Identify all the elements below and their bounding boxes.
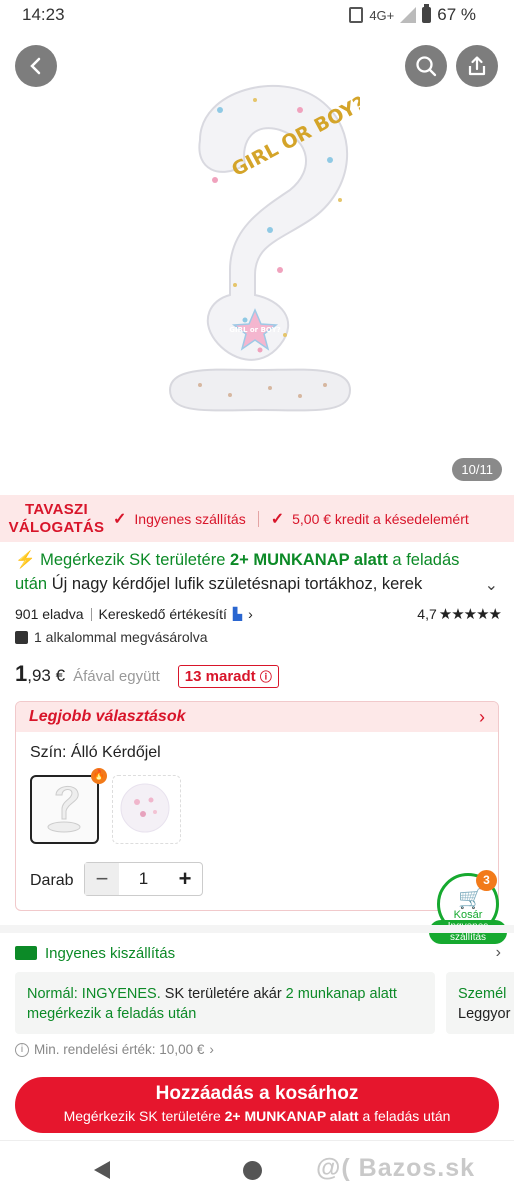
star-text: GIRL or BOY?	[229, 326, 281, 334]
system-nav-bar: @( Bazos.sk	[0, 1140, 514, 1200]
vat-label: Áfával együtt	[73, 668, 160, 685]
battery-icon	[422, 4, 432, 23]
stock-badge[interactable]: 13 maradt ⓘ	[177, 665, 279, 688]
promo-item-label: Ingyenes szállítás	[134, 510, 246, 527]
status-time: 14:23	[22, 5, 65, 24]
search-icon	[416, 56, 437, 77]
variant-swatch[interactable]	[112, 775, 181, 844]
add-to-cart-sub-1: Megérkezik SK területére	[63, 1108, 225, 1124]
seller-rating-link[interactable]: Kereskedő értékesítí	[99, 606, 227, 622]
price-row: 1 ,93 € Áfával együtt 13 maradt ⓘ	[15, 661, 279, 688]
shipping-option-personal[interactable]: Személ Leggyor	[446, 972, 514, 1034]
chevron-right-icon: ›	[495, 944, 501, 961]
best-choices-title: Legjobb választások	[29, 708, 186, 725]
stock-text: 13 maradt	[184, 668, 256, 685]
chevron-right-icon: ›	[209, 1042, 214, 1057]
cart-icon: 🛒	[458, 888, 483, 910]
shipping-normal-label: Normál: INGYENES.	[27, 986, 161, 1002]
vibrate-icon	[349, 7, 364, 23]
shipping-personal-label: Személ	[458, 986, 507, 1002]
add-to-cart-sub-2: 2+ MUNKANAP alatt	[224, 1108, 359, 1124]
back-button[interactable]	[15, 45, 57, 87]
section-divider	[0, 925, 514, 933]
promo-title: TAVASZI VÁLOGATÁS	[0, 501, 113, 537]
best-choices-card: Legjobb választások › Szín: Álló Kérdője…	[15, 701, 499, 911]
add-to-cart-label: Hozzáadás a kosárhoz	[155, 1083, 359, 1104]
rating-value: 4,7	[417, 606, 437, 622]
gallery-counter: 10/11	[452, 458, 502, 481]
cart-tag-line2: szállítás	[449, 932, 487, 943]
status-bar: 14:23 4G+ 67 %	[0, 0, 514, 30]
truck-icon	[15, 946, 37, 960]
info-icon: i	[15, 1042, 29, 1057]
chevron-down-icon[interactable]: ⌄	[485, 575, 498, 595]
shipping-title: Ingyenes kiszállítás	[45, 944, 176, 962]
product-image: GIRL OR BOY? GIRL or BOY?	[168, 85, 360, 412]
promo-free-shipping: ✓ Ingyenes szállítás	[113, 509, 246, 529]
shipping-option-normal[interactable]: Normál: INGYENES. SK területére akár 2 m…	[15, 972, 435, 1034]
add-to-cart-button[interactable]: Hozzáadás a kosárhoz Megérkezik SK terül…	[15, 1077, 499, 1133]
product-meta: 901 eladva Kereskedő értékesítí ▙ › 4,7 …	[15, 605, 502, 623]
product-title-text: Új nagy kérdőjel lufik születésnapi tort…	[47, 575, 423, 593]
purchase-count-text: 1 alkalommal megvásárolva	[34, 629, 208, 645]
divider	[90, 607, 92, 621]
price-decimal: ,93 €	[27, 666, 66, 685]
variant-thumbnail	[47, 786, 81, 833]
increment-button[interactable]: +	[168, 863, 202, 895]
shipping-personal-text: Leggyor	[458, 1006, 511, 1022]
nav-back-icon[interactable]	[94, 1161, 110, 1179]
quantity-value[interactable]: 1	[119, 869, 168, 889]
shipping-normal-line2: megérkezik a feladás után	[27, 1006, 197, 1022]
check-icon: ✓	[113, 510, 127, 528]
shipping-normal-text: SK területére akár	[160, 986, 286, 1002]
chevron-left-icon	[30, 57, 41, 75]
battery-level: 67 %	[437, 5, 476, 24]
rating[interactable]: 4,7 ★★★★★	[417, 605, 502, 623]
chevron-right-icon: ›	[479, 706, 485, 727]
promo-title-line1: TAVASZI	[25, 500, 88, 518]
lightning-icon: ⚡	[15, 551, 36, 569]
price-integer: 1	[15, 661, 28, 686]
seller-badge-icon: ▙	[232, 607, 243, 621]
promo-credit: ✓ 5,00 € kredit a késedelemért	[271, 509, 469, 529]
shipping-normal-days: 2 munkanap alatt	[285, 986, 397, 1002]
purchase-count: 1 alkalommal megvásárolva	[15, 629, 208, 645]
promo-item-label: 5,00 € kredit a késedelemért	[292, 510, 469, 527]
network-type: 4G+	[369, 7, 395, 23]
quantity-label: Darab	[30, 872, 74, 889]
chevron-right-icon[interactable]: ›	[248, 606, 253, 622]
share-icon	[468, 56, 486, 76]
decrement-button[interactable]: −	[85, 863, 119, 895]
add-to-cart-subtitle: Megérkezik SK területére 2+ MUNKANAP ala…	[15, 1108, 499, 1124]
color-label: Szín: Álló Kérdőjel	[30, 744, 161, 761]
fire-icon: 🔥	[91, 768, 107, 784]
sold-count: 901 eladva	[15, 606, 84, 622]
best-choices-header[interactable]: Legjobb választások ›	[16, 702, 498, 732]
search-button[interactable]	[405, 45, 447, 87]
status-icons: 4G+ 67 %	[349, 4, 476, 25]
share-button[interactable]	[456, 45, 498, 87]
promo-banner[interactable]: TAVASZI VÁLOGATÁS ✓ Ingyenes szállítás ✓…	[0, 495, 514, 542]
promo-title-line2: VÁLOGATÁS	[8, 518, 105, 536]
signal-icon	[400, 7, 417, 23]
quantity-stepper[interactable]: − 1 +	[84, 862, 203, 896]
variant-thumbnail	[120, 783, 170, 833]
cart-count-badge: 3	[476, 870, 497, 891]
bag-icon	[15, 630, 28, 644]
min-order-text: Min. rendelési érték: 10,00 €	[34, 1042, 205, 1057]
check-icon: ✓	[270, 510, 285, 528]
help-icon: ⓘ	[259, 670, 272, 684]
divider	[257, 510, 259, 527]
watermark: @( Bazos.sk	[316, 1154, 476, 1182]
shipping-header[interactable]: Ingyenes kiszállítás ›	[15, 944, 501, 962]
nav-home-icon[interactable]	[243, 1161, 262, 1180]
star-icons: ★★★★★	[438, 606, 502, 623]
min-order[interactable]: i Min. rendelési érték: 10,00 € ›	[15, 1042, 214, 1057]
variant-swatch-selected[interactable]	[30, 775, 99, 844]
product-title[interactable]: ⚡ Megérkezik SK területére 2+ MUNKANAP a…	[15, 548, 495, 596]
product-gallery[interactable]: GIRL OR BOY? GIRL or BOY? 10/11	[0, 30, 514, 495]
shipping-highlight-bold: 2+ MUNKANAP alatt	[229, 551, 388, 569]
shipping-highlight: Megérkezik SK területére	[40, 551, 230, 569]
add-to-cart-sub-3: a feladás után	[358, 1108, 451, 1124]
